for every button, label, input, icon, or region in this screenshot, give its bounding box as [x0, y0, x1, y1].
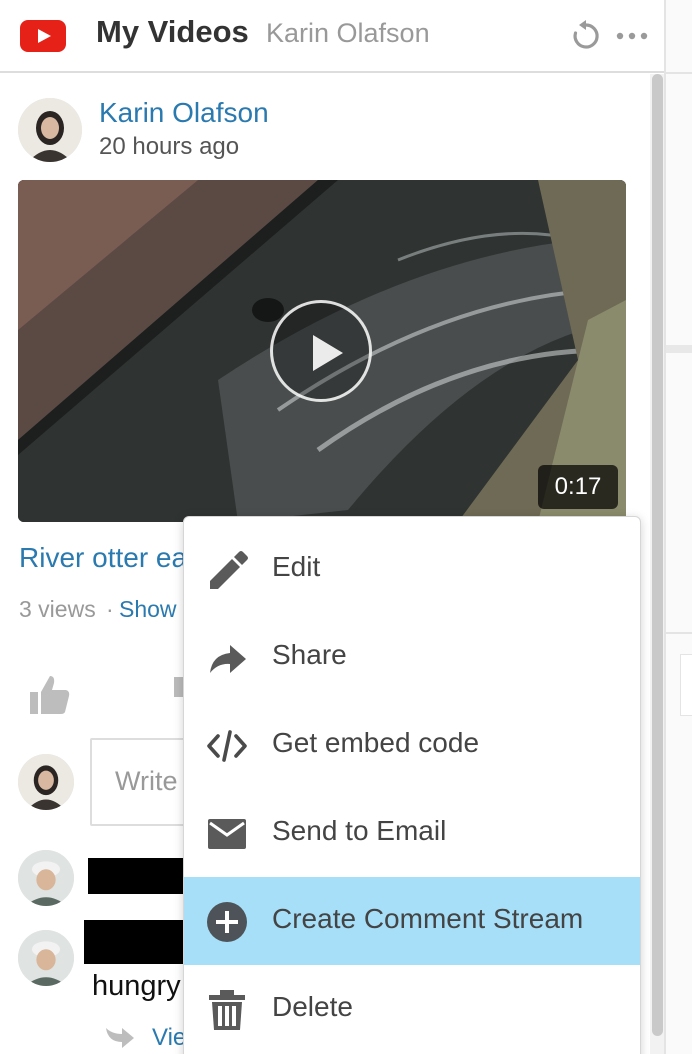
comment-placeholder: Write [115, 766, 178, 796]
plus-circle-icon [207, 902, 247, 942]
meta-separator: · [106, 596, 114, 622]
more-options-icon[interactable] [614, 20, 650, 52]
menu-item-label: Share [272, 639, 347, 670]
redacted-name [88, 858, 188, 894]
current-user-avatar [18, 754, 74, 810]
code-icon [207, 730, 247, 762]
pencil-icon [210, 551, 248, 589]
comment-text: hungry [92, 970, 181, 1002]
commenter-avatar[interactable] [18, 850, 74, 906]
post-timestamp: 20 hours ago [99, 133, 240, 160]
refresh-icon[interactable] [570, 20, 602, 52]
menu-item-label: Edit [272, 551, 321, 582]
menu-item-label: Get embed code [272, 727, 480, 758]
envelope-icon [208, 819, 246, 849]
menu-item-label: Create Comment Stream [272, 903, 584, 934]
menu-item-edit[interactable]: Edit [184, 525, 640, 613]
view-count: 3 views [19, 596, 96, 622]
youtube-logo-icon [20, 20, 66, 52]
view-replies-link[interactable]: Vie [152, 1024, 186, 1052]
show-link[interactable]: Show [119, 596, 177, 623]
page-title: My Videos [96, 14, 249, 49]
redacted-name [84, 920, 188, 964]
menu-item-embed[interactable]: Get embed code [184, 701, 640, 789]
commenter-avatar[interactable] [18, 930, 74, 986]
scrollbar-thumb[interactable] [652, 74, 663, 1036]
context-menu: Edit Share Get embed code Send to Email … [183, 516, 641, 1054]
reply-arrow-icon [106, 1028, 134, 1048]
thumbs-up-icon[interactable] [28, 672, 72, 716]
trash-icon [209, 990, 245, 1030]
menu-item-label: Delete [272, 991, 353, 1022]
menu-item-email[interactable]: Send to Email [184, 789, 640, 877]
menu-item-share[interactable]: Share [184, 613, 640, 701]
video-title[interactable]: River otter ea [19, 542, 187, 574]
menu-item-delete[interactable]: Delete [184, 965, 640, 1053]
play-button-icon[interactable] [270, 300, 372, 402]
video-thumbnail[interactable]: 0:17 [18, 180, 626, 522]
adjacent-panel [664, 0, 692, 1054]
author-name[interactable]: Karin Olafson [99, 97, 269, 129]
page-subtitle: Karin Olafson [266, 18, 430, 48]
menu-item-create-comment-stream[interactable]: Create Comment Stream [184, 877, 640, 965]
video-duration: 0:17 [538, 465, 618, 509]
menu-item-label: Send to Email [272, 815, 447, 846]
app-header: My Videos Karin Olafson [0, 0, 664, 73]
share-arrow-icon [210, 645, 246, 673]
author-avatar[interactable] [18, 98, 82, 162]
